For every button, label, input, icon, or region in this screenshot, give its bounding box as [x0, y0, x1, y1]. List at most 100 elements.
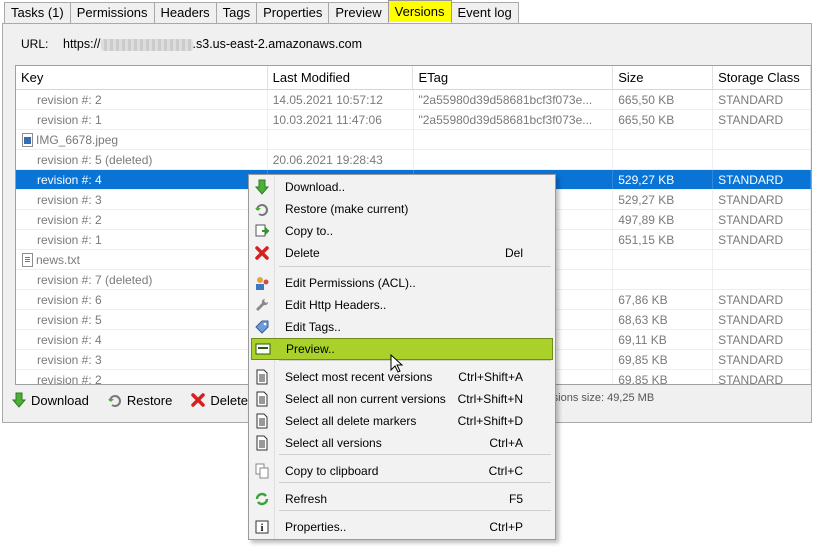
size-cell [613, 250, 714, 269]
menu-item-select-all-non-current-versions[interactable]: Select all non current versions Ctrl+Shif… [251, 388, 553, 410]
menu-item-label: Select all non current versions [285, 392, 446, 406]
size-cell: 665,50 KB [613, 90, 714, 109]
tab-permissions[interactable]: Permissions [69, 2, 155, 23]
restore-button-label: Restore [126, 392, 173, 408]
menu-item-refresh[interactable]: Refresh F5 [251, 488, 553, 510]
table-header: Key Last Modified ETag Size Storage Clas… [16, 66, 811, 90]
menu-item-label: Edit Permissions (ACL).. [285, 276, 416, 290]
etag-cell: "2a55980d39d58681bcf3f073e... [414, 90, 614, 109]
menu-item-label: Select most recent versions [285, 370, 433, 384]
key-cell: IMG_6678.jpeg [16, 130, 268, 149]
key-cell: news.txt [16, 250, 268, 269]
menu-item-label: Select all versions [285, 436, 382, 450]
image-file-icon [22, 132, 33, 147]
etag-cell [414, 130, 614, 149]
permissions-icon [251, 272, 273, 294]
url-prefix: https:// [63, 37, 101, 51]
download-arrow-icon [251, 176, 273, 198]
size-cell [613, 130, 714, 149]
info-icon: i [251, 516, 273, 538]
download-button[interactable]: Download [11, 392, 89, 408]
column-header-etag[interactable]: ETag [413, 66, 614, 89]
restore-button[interactable]: Restore [107, 392, 173, 408]
column-header-key[interactable]: Key [16, 66, 268, 89]
storage-class-cell: STANDARD [713, 210, 811, 229]
version-row[interactable]: revision #: 2 14.05.2021 10:57:12 "2a55980… [16, 90, 811, 110]
etag-cell [414, 150, 614, 169]
menu-item-label: Preview.. [286, 342, 335, 356]
version-row[interactable]: revision #: 1 10.03.2021 11:47:06 "2a55980… [16, 110, 811, 130]
download-button-label: Download [31, 392, 89, 408]
delete-x-icon [251, 242, 273, 264]
menu-item-label: Edit Http Headers.. [285, 298, 387, 312]
copy-to-icon [251, 220, 273, 242]
menu-item-edit-tags[interactable]: Edit Tags.. [251, 316, 553, 338]
menu-separator [279, 360, 551, 361]
delete-x-icon [191, 393, 206, 407]
version-row[interactable]: revision #: 5 (deleted) 20.06.2021 19:28:… [16, 150, 811, 170]
menu-item-label: Copy to clipboard [285, 464, 379, 478]
menu-item-restore-make-current[interactable]: Restore (make current) [251, 198, 553, 220]
key-cell: revision #: 3 [16, 350, 268, 369]
key-cell: revision #: 7 (deleted) [16, 270, 268, 289]
url-suffix: .s3.us-east-2.amazonaws.com [192, 37, 363, 51]
download-arrow-icon [11, 392, 27, 408]
text-file-icon [22, 252, 33, 267]
delete-button[interactable]: Delete [190, 392, 248, 408]
url-label: URL: [21, 37, 49, 51]
key-cell: revision #: 2 [16, 90, 268, 109]
menu-item-delete[interactable]: Delete Del [251, 242, 553, 264]
menu-item-label: Edit Tags.. [285, 320, 341, 334]
storage-class-cell: STANDARD [713, 330, 811, 349]
etag-cell: "2a55980d39d58681bcf3f073e... [414, 110, 614, 129]
menu-item-shortcut: Ctrl+P [489, 520, 523, 534]
key-cell: revision #: 3 [16, 190, 268, 209]
menu-item-select-all-delete-markers[interactable]: Select all delete markers Ctrl+Shift+D [251, 410, 553, 432]
restore-icon [107, 395, 121, 407]
column-header-last-modified[interactable]: Last Modified [268, 66, 414, 89]
tab-event-log[interactable]: Event log [450, 2, 519, 23]
last-modified-cell: 20.06.2021 19:28:43 [268, 150, 414, 169]
menu-separator [279, 482, 551, 483]
tab-tags[interactable]: Tags [215, 2, 258, 23]
key-cell: revision #: 4 [16, 170, 268, 189]
menu-item-properties[interactable]: i Properties.. Ctrl+P [251, 516, 553, 538]
storage-class-cell: STANDARD [713, 170, 811, 189]
storage-class-cell: STANDARD [713, 90, 811, 109]
tab-properties[interactable]: Properties [256, 2, 330, 23]
menu-separator [279, 454, 551, 455]
wrench-icon [251, 294, 273, 316]
menu-item-edit-http-headers[interactable]: Edit Http Headers.. [251, 294, 553, 316]
column-header-size[interactable]: Size [613, 66, 714, 89]
file-name: news.txt [36, 252, 81, 267]
url-row: URL: https:// .s3.us-east-2.amazonaws.com [11, 32, 809, 56]
tab-versions[interactable]: Versions [387, 0, 452, 22]
menu-item-copy-to[interactable]: Copy to.. [251, 220, 553, 242]
menu-item-edit-permissions-acl[interactable]: Edit Permissions (ACL).. [251, 272, 553, 294]
menu-item-shortcut: Ctrl+A [489, 436, 523, 450]
size-cell: 69,85 KB [613, 350, 714, 369]
menu-item-select-all-versions[interactable]: Select all versions Ctrl+A [251, 432, 553, 454]
storage-class-cell: STANDARD [713, 370, 811, 384]
svg-text:i: i [261, 523, 264, 534]
storage-class-cell: STANDARD [713, 110, 811, 129]
tab-tasks[interactable]: Tasks (1) [4, 2, 71, 23]
key-cell: revision #: 1 [16, 110, 268, 129]
menu-item-shortcut: Ctrl+Shift+D [457, 414, 523, 428]
menu-separator [279, 510, 551, 511]
tab-preview[interactable]: Preview [328, 2, 389, 23]
url-field[interactable]: https:// .s3.us-east-2.amazonaws.com [61, 33, 809, 55]
file-row[interactable]: IMG_6678.jpeg [16, 130, 811, 150]
menu-item-download[interactable]: Download.. [251, 176, 553, 198]
menu-item-label: Properties.. [285, 520, 347, 534]
key-cell: revision #: 2 [16, 370, 268, 384]
size-cell [613, 150, 714, 169]
refresh-icon [251, 488, 273, 510]
storage-class-cell [713, 250, 811, 269]
document-icon [251, 432, 273, 454]
menu-item-copy-to-clipboard[interactable]: Copy to clipboard Ctrl+C [251, 460, 553, 482]
tab-headers[interactable]: Headers [153, 2, 217, 23]
column-header-storage-class[interactable]: Storage Class [713, 66, 811, 89]
menu-item-label: Restore (make current) [285, 202, 409, 216]
size-cell: 69,11 KB [613, 330, 714, 349]
